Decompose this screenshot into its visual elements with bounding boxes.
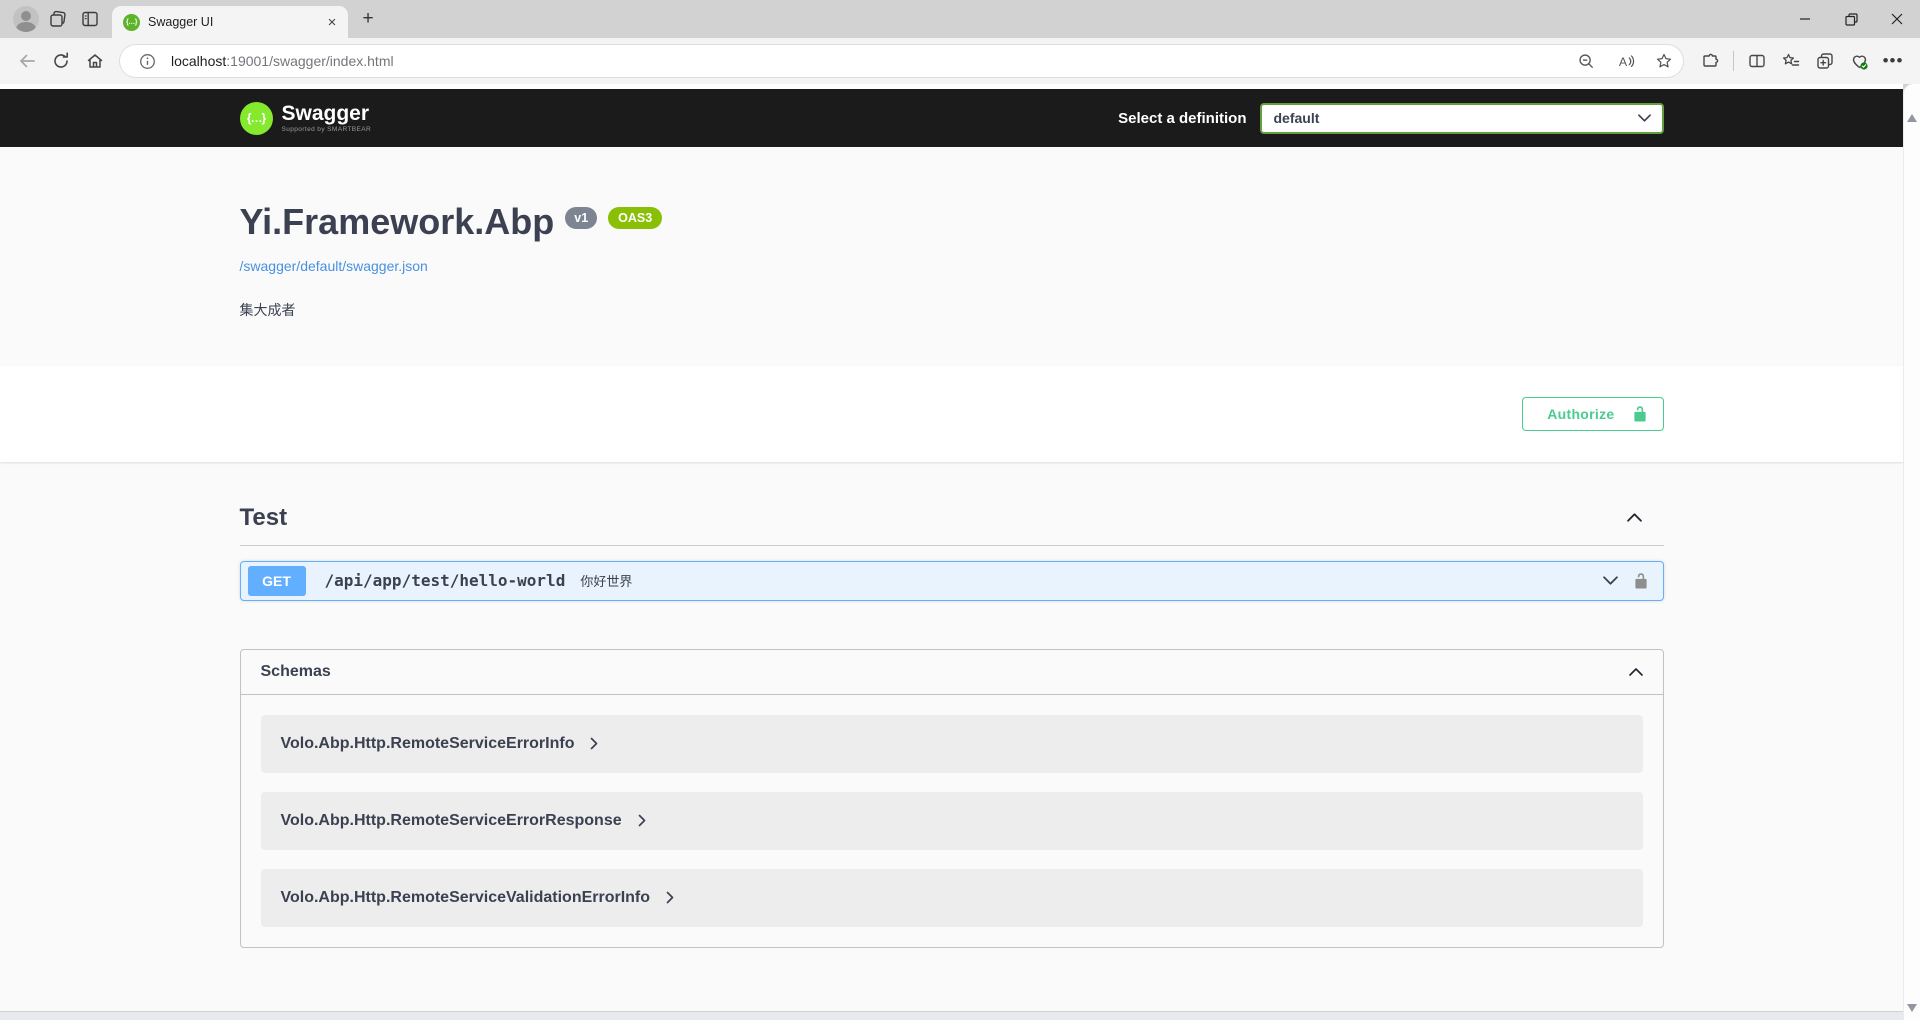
model-name: Volo.Abp.Http.RemoteServiceValidationErr… xyxy=(281,889,651,907)
settings-more-icon[interactable]: ••• xyxy=(1876,44,1910,78)
url-host: localhost xyxy=(171,53,226,69)
close-window-button[interactable] xyxy=(1874,0,1920,38)
swagger-page: {…} Swagger Supported by SMARTBEAR Selec… xyxy=(0,84,1903,1020)
browser-essentials-icon[interactable] xyxy=(1842,44,1876,78)
api-description: 集大成者 xyxy=(240,300,1664,320)
schemas-section: Schemas Volo.Abp.Http.RemoteServiceError… xyxy=(0,601,1903,948)
more-glyph: ••• xyxy=(1883,51,1904,71)
browser-titlebar: {…} Swagger UI × + xyxy=(0,0,1920,38)
workspaces-icon[interactable] xyxy=(42,3,74,35)
swagger-favicon: {…} xyxy=(123,14,140,31)
navbar-right-cluster: ••• xyxy=(1693,44,1910,78)
minimize-button[interactable] xyxy=(1782,0,1828,38)
model-row-remote-service-error-response[interactable]: Volo.Abp.Http.RemoteServiceErrorResponse xyxy=(261,792,1643,850)
operation-path: /api/app/test/hello-world xyxy=(325,571,566,590)
url-text: localhost:19001/swagger/index.html xyxy=(171,53,1562,69)
definition-select[interactable]: default xyxy=(1260,103,1664,134)
authorize-button[interactable]: Authorize xyxy=(1522,397,1663,431)
collections-icon[interactable] xyxy=(1808,44,1842,78)
opblock-get-hello-world[interactable]: GET /api/app/test/hello-world 你好世界 xyxy=(240,561,1664,601)
select-definition-label: Select a definition xyxy=(1118,110,1246,127)
schemas-header[interactable]: Schemas xyxy=(241,650,1663,695)
scroll-down-arrow-icon[interactable] xyxy=(1907,1004,1917,1012)
tab-title: Swagger UI xyxy=(148,15,314,29)
chevron-right-icon xyxy=(590,737,598,750)
chevron-right-icon xyxy=(666,891,674,904)
extensions-icon[interactable] xyxy=(1693,44,1727,78)
navbar-divider xyxy=(1733,51,1734,71)
page-bottom-strip xyxy=(0,1011,1903,1020)
browser-window: {…} Swagger UI × + localhost:19001/swagg… xyxy=(0,0,1920,1020)
operations-section: Test GET /api/app/test/hello-world 你好世界 xyxy=(0,462,1903,601)
refresh-button[interactable] xyxy=(44,44,78,78)
spec-json-link[interactable]: /swagger/default/swagger.json xyxy=(240,258,428,274)
definition-select-value: default xyxy=(1274,110,1320,126)
favorites-list-icon[interactable] xyxy=(1774,44,1808,78)
chevron-down-icon[interactable] xyxy=(1603,576,1618,585)
oas3-badge: OAS3 xyxy=(608,207,662,229)
tag-header-test[interactable]: Test xyxy=(240,492,1664,546)
schemas-box: Schemas Volo.Abp.Http.RemoteServiceError… xyxy=(240,649,1664,948)
read-aloud-icon[interactable]: A xyxy=(1610,46,1640,76)
method-badge: GET xyxy=(248,566,306,596)
swagger-logo-subtext: Supported by SMARTBEAR xyxy=(282,126,372,133)
chevron-down-icon xyxy=(1638,114,1651,122)
browser-navbar: localhost:19001/swagger/index.html A xyxy=(0,38,1920,84)
back-button[interactable] xyxy=(10,44,44,78)
url-path: :19001/swagger/index.html xyxy=(226,53,393,69)
profile-avatar[interactable] xyxy=(10,3,42,35)
model-row-remote-service-validation-error-info[interactable]: Volo.Abp.Http.RemoteServiceValidationErr… xyxy=(261,869,1643,927)
new-tab-button[interactable]: + xyxy=(354,5,382,33)
scroll-up-arrow-icon[interactable] xyxy=(1907,114,1917,122)
swagger-topbar: {…} Swagger Supported by SMARTBEAR Selec… xyxy=(0,89,1903,147)
window-controls xyxy=(1782,0,1920,38)
home-button[interactable] xyxy=(78,44,112,78)
schemas-title: Schemas xyxy=(261,663,1629,681)
avatar xyxy=(13,6,39,32)
swagger-logo: Swagger Supported by SMARTBEAR xyxy=(282,103,372,133)
collapse-tag-button[interactable] xyxy=(1627,513,1642,522)
address-bar[interactable]: localhost:19001/swagger/index.html A xyxy=(120,45,1683,77)
split-screen-icon[interactable] xyxy=(1740,44,1774,78)
unlock-icon xyxy=(1632,405,1648,422)
tag-title: Test xyxy=(240,504,1627,532)
scheme-container: Authorize xyxy=(0,366,1903,462)
authorize-label: Authorize xyxy=(1547,406,1614,422)
model-name: Volo.Abp.Http.RemoteServiceErrorInfo xyxy=(281,735,575,753)
svg-text:A: A xyxy=(1618,54,1627,68)
chevron-up-icon[interactable] xyxy=(1629,668,1643,676)
chevron-up-icon xyxy=(1627,513,1642,522)
browser-tab-swagger-ui[interactable]: {…} Swagger UI × xyxy=(112,6,348,38)
version-badge: v1 xyxy=(565,207,597,229)
site-info-icon[interactable] xyxy=(132,46,162,76)
favorite-star-icon[interactable] xyxy=(1649,46,1679,76)
api-title: Yi.Framework.Abp xyxy=(240,203,555,241)
operation-lock-icon[interactable] xyxy=(1633,572,1649,589)
model-name: Volo.Abp.Http.RemoteServiceErrorResponse xyxy=(281,812,622,830)
tab-close-icon[interactable]: × xyxy=(322,12,342,32)
model-row-remote-service-error-info[interactable]: Volo.Abp.Http.RemoteServiceErrorInfo xyxy=(261,715,1643,773)
api-info-section: Yi.Framework.Abp v1 OAS3 /swagger/defaul… xyxy=(0,147,1903,366)
zoom-out-icon[interactable] xyxy=(1571,46,1601,76)
chevron-right-icon xyxy=(638,814,646,827)
restore-button[interactable] xyxy=(1828,0,1874,38)
swagger-logo-text: Swagger xyxy=(282,103,372,124)
operation-summary: 你好世界 xyxy=(580,571,632,590)
vertical-scrollbar[interactable] xyxy=(1903,84,1920,1020)
vertical-tabs-icon[interactable] xyxy=(74,3,106,35)
swagger-logo-icon: {…} xyxy=(240,102,273,135)
